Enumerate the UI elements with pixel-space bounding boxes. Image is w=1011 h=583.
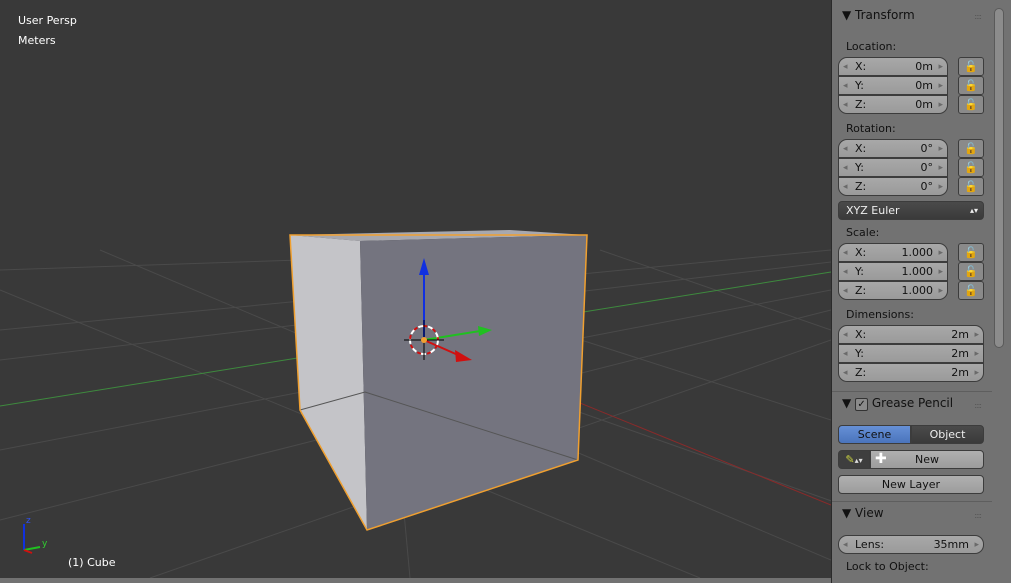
- lock-to-object-label: Lock to Object:: [846, 560, 929, 573]
- dimensions-y-field[interactable]: Y:2m: [838, 344, 984, 363]
- scale-y-field[interactable]: Y:1.000: [838, 262, 948, 281]
- lock-icon[interactable]: 🔓: [958, 95, 984, 114]
- dimensions-z-field[interactable]: Z:2m: [838, 363, 984, 382]
- rotation-mode-select[interactable]: XYZ Euler ▴▾: [838, 201, 984, 220]
- viewport-scene: z y: [0, 230, 831, 578]
- dimensions-x-field[interactable]: X:2m: [838, 325, 984, 344]
- rotation-z-field[interactable]: Z:0°: [838, 177, 948, 196]
- properties-panel: ▼ Transform :::: Location: X:0m Y:0m Z:0…: [831, 0, 1011, 583]
- dimensions-label: Dimensions:: [846, 308, 914, 321]
- scale-label: Scale:: [846, 226, 880, 239]
- drag-grip-icon[interactable]: ::::: [974, 511, 982, 520]
- lock-icon[interactable]: 🔓: [958, 158, 984, 177]
- grease-pencil-checkbox[interactable]: ✓: [855, 398, 869, 411]
- axis-gizmo: z y: [23, 516, 48, 554]
- cube-front-face: [360, 235, 587, 530]
- view-name: User Persp: [18, 14, 77, 27]
- pencil-icon: ✎: [845, 453, 855, 466]
- lock-icon[interactable]: 🔓: [958, 57, 984, 76]
- tab-object[interactable]: Object: [911, 425, 984, 444]
- drag-grip-icon[interactable]: ::::: [974, 12, 982, 21]
- lock-icon[interactable]: 🔓: [958, 281, 984, 300]
- svg-text:z: z: [26, 516, 31, 526]
- transform-header[interactable]: ▼ Transform: [842, 8, 915, 22]
- cube-left-face: [290, 235, 367, 530]
- lock-icon[interactable]: 🔓: [958, 76, 984, 95]
- scale-x-field[interactable]: X:1.000: [838, 243, 948, 262]
- lock-icon[interactable]: 🔓: [958, 177, 984, 196]
- lock-icon[interactable]: 🔓: [958, 139, 984, 158]
- tab-scene[interactable]: Scene: [838, 425, 911, 444]
- location-x-field[interactable]: X:0m: [838, 57, 948, 76]
- grease-pencil-header[interactable]: ▼ ✓ Grease Pencil: [842, 396, 953, 411]
- new-grease-pencil-button[interactable]: ✚ New: [870, 450, 984, 469]
- rotation-y-field[interactable]: Y:0°: [838, 158, 948, 177]
- location-y-field[interactable]: Y:0m: [838, 76, 948, 95]
- location-label: Location:: [846, 40, 897, 53]
- lock-icon[interactable]: 🔓: [958, 243, 984, 262]
- view-header[interactable]: ▼ View: [842, 506, 884, 520]
- scale-z-field[interactable]: Z:1.000: [838, 281, 948, 300]
- plus-icon: ✚: [875, 451, 887, 467]
- location-z-field[interactable]: Z:0m: [838, 95, 948, 114]
- header-bar: [0, 578, 831, 583]
- rotation-x-field[interactable]: X:0°: [838, 139, 948, 158]
- panel-scrollbar[interactable]: [994, 8, 1004, 348]
- rotation-label: Rotation:: [846, 122, 896, 135]
- units-label: Meters: [18, 34, 56, 47]
- 3d-viewport[interactable]: z y User Persp Meters (1) Cube: [0, 0, 831, 578]
- lock-icon[interactable]: 🔓: [958, 262, 984, 281]
- lens-field[interactable]: Lens:35mm: [838, 535, 984, 554]
- svg-text:y: y: [42, 539, 48, 549]
- active-object-label: (1) Cube: [68, 556, 116, 569]
- pencil-browse-button[interactable]: ✎▴▾: [838, 450, 870, 469]
- drag-grip-icon[interactable]: ::::: [974, 401, 982, 410]
- new-layer-button[interactable]: New Layer: [838, 475, 984, 494]
